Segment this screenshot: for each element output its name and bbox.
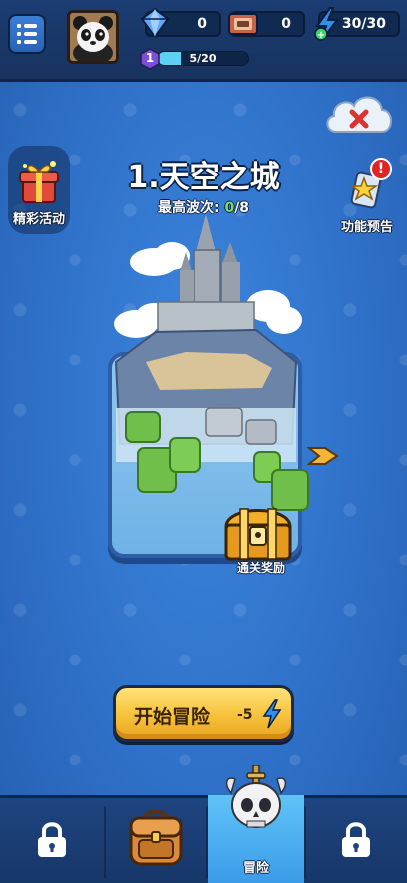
player-level-badge: 1 — [139, 48, 161, 70]
nav-tab-backpack[interactable] — [106, 798, 206, 883]
cloud-close-icon — [326, 96, 392, 133]
backpack-icon — [129, 810, 183, 866]
lightning-icon: + — [314, 7, 339, 41]
gem-icon — [140, 7, 170, 39]
ticket-count: 0 — [281, 16, 291, 32]
menu-icon — [17, 24, 37, 28]
player-avatar[interactable] — [67, 10, 119, 64]
gem-count: 0 — [197, 16, 207, 32]
treasure-chest-icon[interactable] — [220, 497, 296, 563]
skull-helmet-icon — [225, 765, 287, 828]
player-level: 1 — [145, 51, 155, 65]
sky-city-island-image — [114, 214, 309, 511]
start-energy-cost: -5 — [237, 707, 253, 723]
xp-progress-bar: 5/20 — [157, 51, 249, 66]
clear-reward-label: 通关奖励 — [236, 561, 285, 575]
nav-tab-adventure[interactable]: 冒险 — [208, 765, 304, 883]
bottom-navigation: 冒险 — [0, 765, 407, 883]
lock-icon — [38, 822, 66, 857]
panda-avatar-icon — [70, 13, 116, 61]
ticket-icon — [228, 13, 258, 35]
top-bar: 0 0 30/30 + 5/20 1 — [0, 0, 407, 82]
start-adventure-label: 开始冒险 — [134, 706, 211, 728]
menu-button[interactable] — [8, 14, 46, 54]
energy-count: 30/30 — [341, 16, 386, 32]
level-title: 1.天空之城 — [127, 160, 280, 195]
lightning-icon — [262, 699, 282, 729]
next-level-arrow-icon[interactable] — [307, 444, 339, 468]
nav-tab-locked-2[interactable] — [306, 798, 407, 883]
feature-preview-label: 功能预告 — [340, 220, 393, 235]
xp-text: 5/20 — [189, 52, 217, 65]
lock-icon — [342, 822, 370, 857]
nav-tab-locked-1[interactable] — [0, 798, 104, 883]
nav-tab-adventure-label: 冒险 — [242, 861, 269, 876]
start-adventure-button[interactable]: 开始冒险 -5 — [113, 685, 294, 742]
svg-text:+: + — [317, 30, 325, 41]
cloud-close-button[interactable] — [322, 88, 396, 140]
